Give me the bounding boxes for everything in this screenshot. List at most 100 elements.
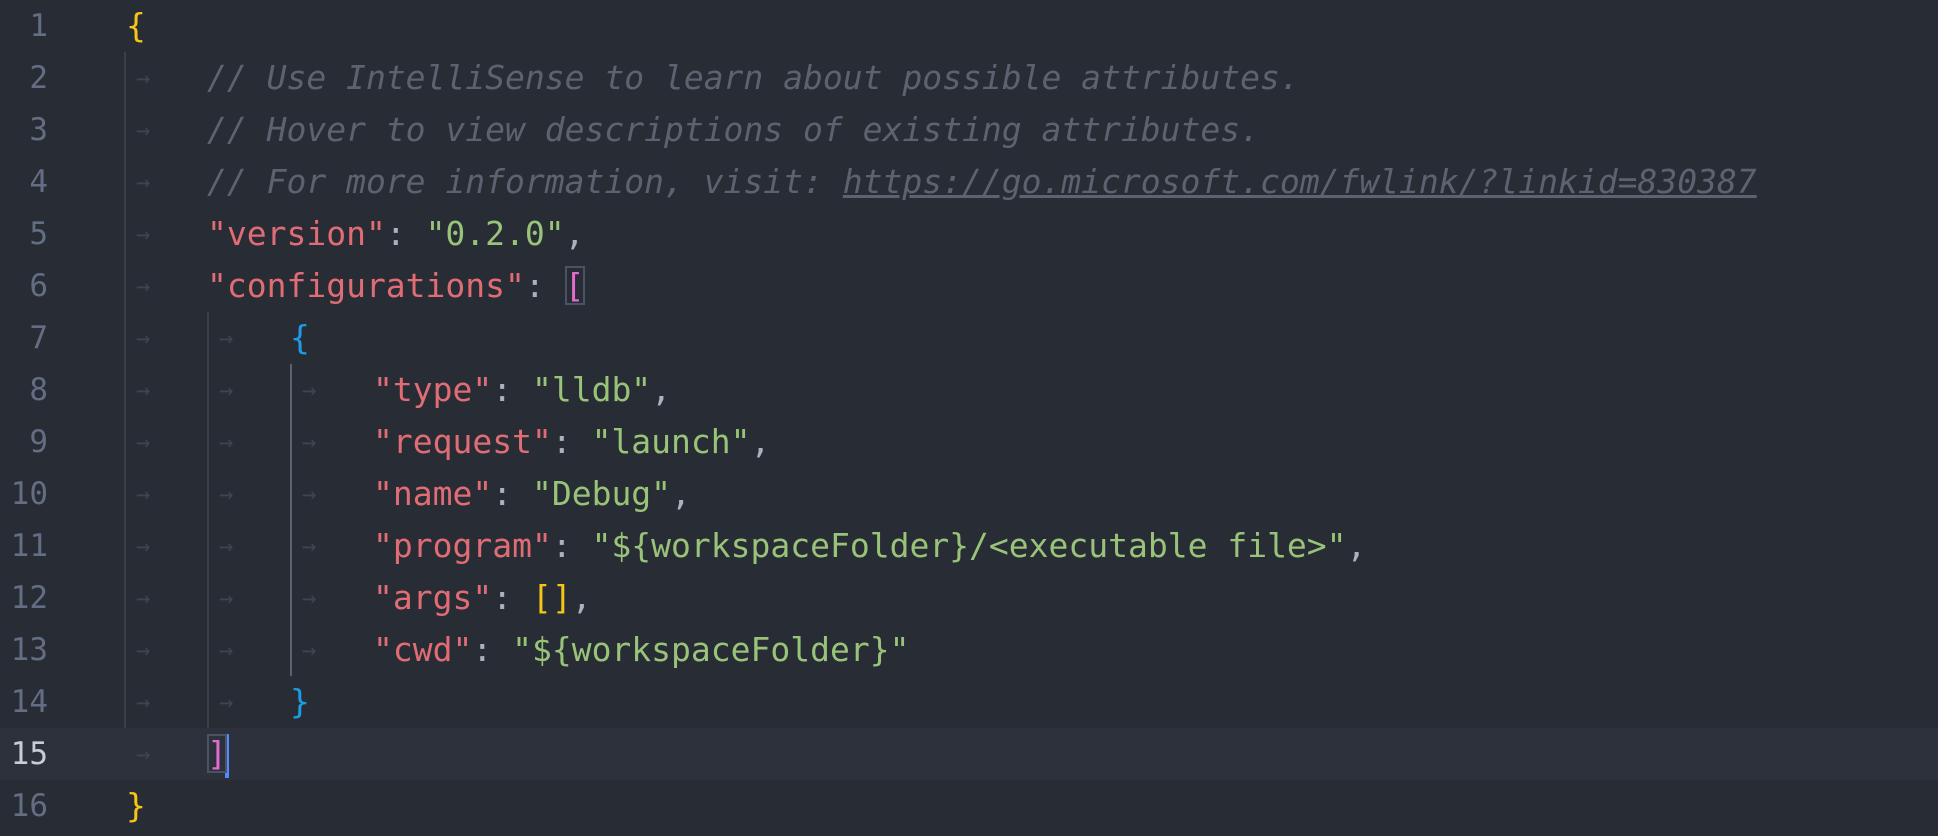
tab-marker: → [136,272,151,300]
colon: : [472,630,513,669]
line-number: 4 [29,164,48,200]
line-number: 3 [29,112,48,148]
tab-marker: → [136,220,151,248]
line-number: 1 [29,8,48,44]
line-number: 5 [29,216,48,252]
json-key: "args" [373,578,493,617]
code-line[interactable]: 4 → // For more information, visit: http… [0,156,1938,208]
line-number: 13 [10,632,48,668]
comma: , [571,578,592,617]
close-brace: } [126,786,146,825]
code-line[interactable]: 2 → // Use IntelliSense to learn about p… [0,52,1938,104]
json-string: "lldb" [531,370,652,409]
code-editor[interactable]: 1 { 2 → // Use IntelliSense to learn abo… [0,0,1938,836]
tab-marker: → [136,168,151,196]
tab-marker: → [136,116,151,144]
close-brace: } [290,682,310,721]
tab-marker: → [302,428,317,456]
open-brace: { [126,6,146,45]
json-key: "version" [207,214,386,253]
code-line[interactable]: 8 → → → "type": "lldb", [0,364,1938,416]
tab-marker: → [219,688,234,716]
code-line[interactable]: 7 → → { [0,312,1938,364]
code-line[interactable]: 5 → "version": "0.2.0", [0,208,1938,260]
tab-marker: → [302,376,317,404]
colon: : [492,370,532,409]
line-number: 6 [29,268,48,304]
tab-marker: → [302,636,317,664]
empty-array: [] [531,578,572,617]
comma: , [1346,526,1367,565]
line-number: 14 [10,684,48,720]
tab-marker: → [219,324,234,352]
colon: : [492,474,532,513]
code-line[interactable]: 16 } [0,780,1938,832]
colon: : [551,526,592,565]
code-line[interactable]: 1 { [0,0,1938,52]
code-line[interactable]: 6 → "configurations": [ [0,260,1938,312]
comma: , [671,474,691,513]
comma: , [750,422,771,461]
tab-marker: → [302,480,317,508]
tab-marker: → [219,376,234,404]
tab-marker: → [219,532,234,560]
json-string: "${workspaceFolder}" [512,630,910,669]
tab-marker: → [136,532,151,560]
json-string: "launch" [591,422,751,461]
line-number: 10 [10,476,48,512]
tab-marker: → [136,428,151,456]
line-number: 2 [29,60,48,96]
current-code-line[interactable]: 15 → ] [0,728,1938,780]
line-number: 16 [10,788,48,824]
comma: , [564,214,585,253]
tab-marker: → [136,376,151,404]
comma: , [651,370,672,409]
line-number-active: 15 [10,736,48,772]
comment: // Hover to view descriptions of existin… [207,110,1260,149]
tab-marker: → [136,584,151,612]
code-line[interactable]: 10 → → → "name": "Debug", [0,468,1938,520]
tab-marker: → [136,480,151,508]
open-brace: { [290,318,310,357]
colon: : [551,422,592,461]
line-number: 8 [29,372,48,408]
tab-marker: → [302,584,317,612]
matched-bracket-open: [ [564,266,585,305]
tab-marker: → [136,324,151,352]
code-line[interactable]: 9 → → → "request": "launch", [0,416,1938,468]
code-line[interactable]: 13 → → → "cwd": "${workspaceFolder}" [0,624,1938,676]
code-line[interactable]: 14 → → } [0,676,1938,728]
json-key: "configurations" [207,266,525,305]
tab-marker: → [136,64,151,92]
colon: : [385,214,426,253]
code-line[interactable]: 3 → // Hover to view descriptions of exi… [0,104,1938,156]
json-string: "0.2.0" [425,214,565,253]
json-key: "name" [373,474,493,513]
code-line[interactable]: 11 → → → "program": "${workspaceFolder}/… [0,520,1938,572]
tab-marker: → [219,584,234,612]
colon: : [492,578,532,617]
tab-marker: → [302,532,317,560]
json-key: "type" [373,370,493,409]
tab-marker: → [219,480,234,508]
text-cursor [224,733,229,778]
tab-marker: → [136,740,151,768]
tab-marker: → [219,636,234,664]
json-string: "${workspaceFolder}/<executable file>" [591,526,1347,565]
line-number: 9 [29,424,48,460]
json-key: "program" [373,526,552,565]
line-number: 12 [10,580,48,616]
json-key: "cwd" [373,630,473,669]
json-key: "request" [373,422,552,461]
comment: // Use IntelliSense to learn about possi… [207,58,1300,97]
comment: // For more information, visit: [207,162,843,201]
documentation-link[interactable]: https://go.microsoft.com/fwlink/?linkid=… [843,162,1757,201]
json-string: "Debug" [531,474,672,513]
tab-marker: → [219,428,234,456]
line-number: 11 [10,528,48,564]
line-number: 7 [29,320,48,356]
colon: : [524,266,565,305]
tab-marker: → [136,636,151,664]
tab-marker: → [136,688,151,716]
code-line[interactable]: 12 → → → "args": [], [0,572,1938,624]
